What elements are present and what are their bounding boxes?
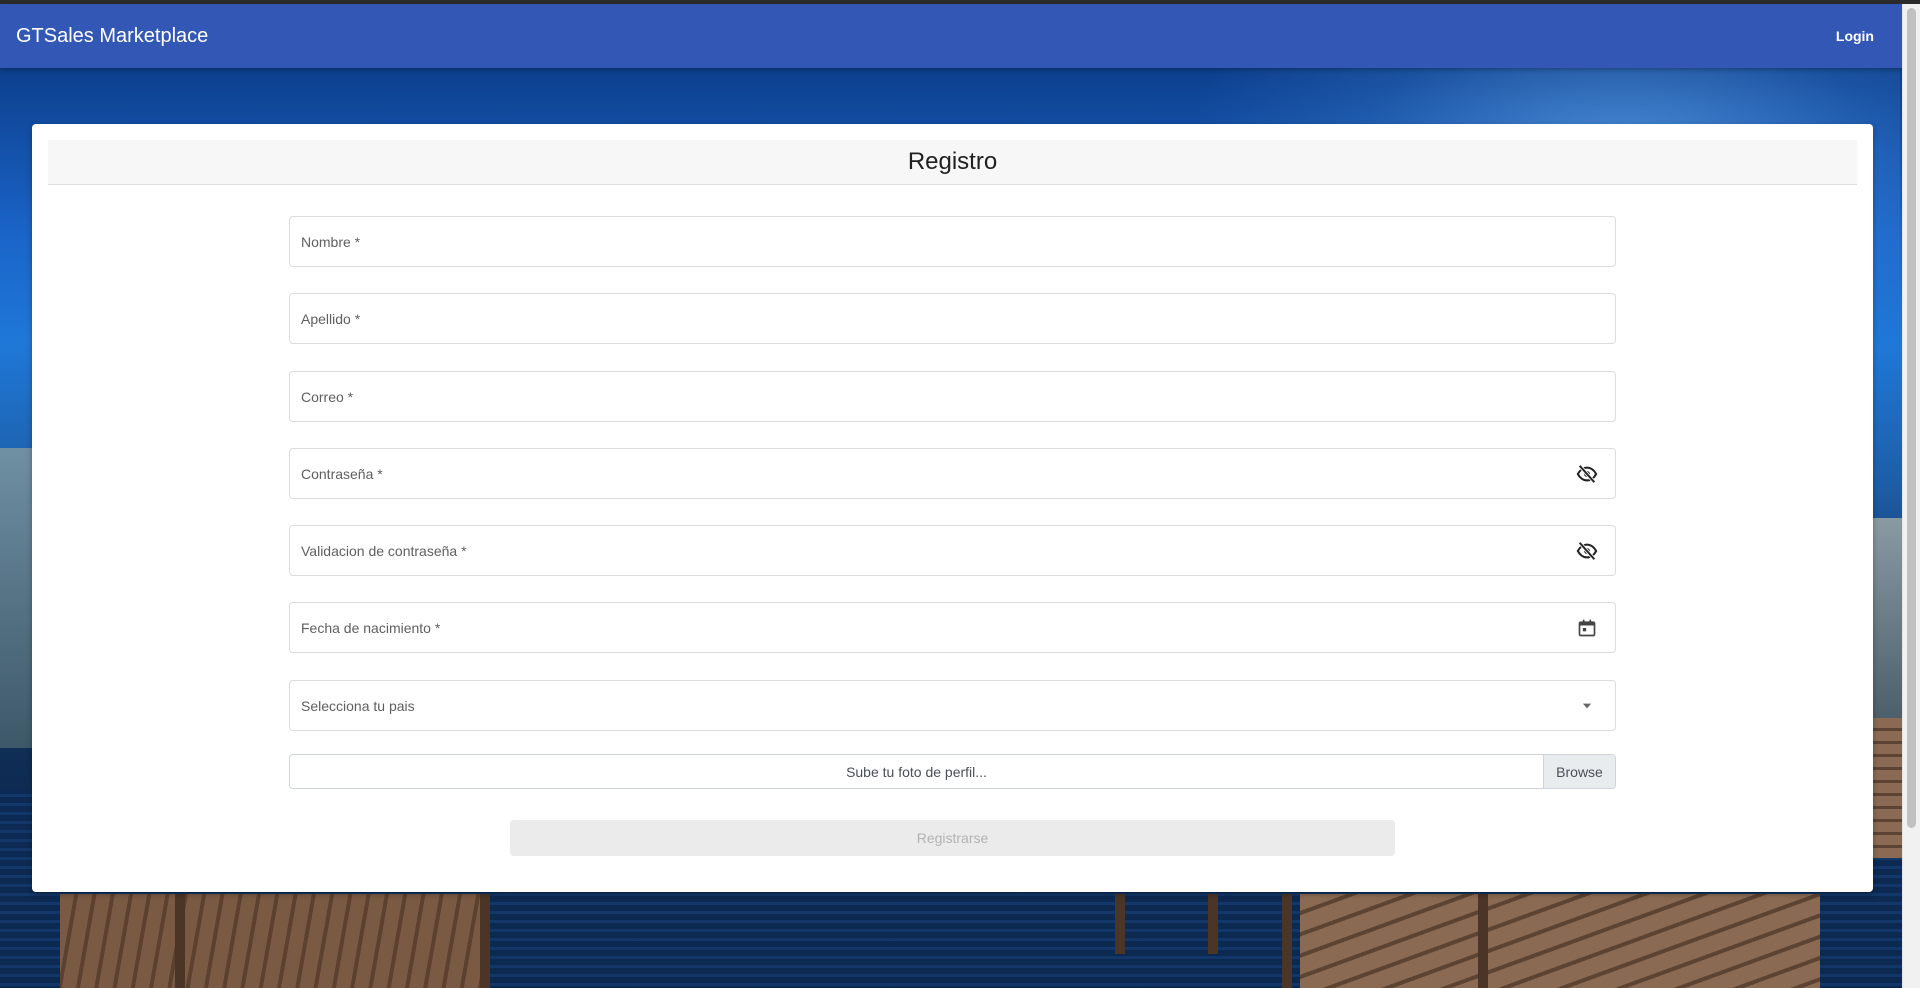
- page-scrollbar[interactable]: [1902, 4, 1920, 988]
- navbar: GTSales Marketplace Login: [0, 4, 1902, 68]
- page-title: Registro: [907, 148, 998, 175]
- dock-post: [1208, 894, 1218, 954]
- browse-button[interactable]: Browse: [1543, 755, 1615, 788]
- scrollbar-thumb[interactable]: [1907, 8, 1916, 828]
- dock-left: [60, 894, 490, 988]
- profile-photo-label[interactable]: Sube tu foto de perfil...: [290, 755, 1543, 788]
- dock-right: [1300, 894, 1820, 988]
- register-card: Registro Nombre * Apellido * Correo * Co…: [32, 124, 1873, 892]
- country-select-label: Selecciona tu pais: [301, 697, 415, 714]
- register-button[interactable]: Registrarse: [510, 820, 1395, 856]
- password-field[interactable]: Contraseña *: [289, 448, 1616, 499]
- correo-label: Correo *: [301, 388, 354, 405]
- dock-post: [1282, 894, 1292, 988]
- dock-side: [1872, 718, 1902, 858]
- correo-field[interactable]: Correo *: [289, 371, 1616, 422]
- apellido-label: Apellido *: [301, 310, 361, 327]
- login-link[interactable]: Login: [1836, 28, 1874, 44]
- dock-post: [480, 894, 490, 988]
- brand-title[interactable]: GTSales Marketplace: [16, 25, 208, 48]
- country-select[interactable]: Selecciona tu pais: [289, 680, 1616, 731]
- dock-post: [175, 894, 185, 988]
- card-header: Registro: [48, 140, 1857, 185]
- dock-post: [1115, 894, 1125, 954]
- dock-post: [1478, 894, 1488, 988]
- birthdate-field[interactable]: Fecha de nacimiento *: [289, 602, 1616, 653]
- birthdate-label: Fecha de nacimiento *: [301, 619, 441, 636]
- profile-photo-upload[interactable]: Sube tu foto de perfil... Browse: [289, 754, 1616, 789]
- eye-off-icon[interactable]: [1575, 462, 1599, 486]
- password-label: Contraseña *: [301, 465, 383, 482]
- nombre-field[interactable]: Nombre *: [289, 216, 1616, 267]
- apellido-field[interactable]: Apellido *: [289, 293, 1616, 344]
- password-confirm-label: Validacion de contraseña *: [301, 542, 467, 559]
- calendar-icon[interactable]: [1575, 616, 1599, 640]
- password-confirm-field[interactable]: Validacion de contraseña *: [289, 525, 1616, 576]
- dropdown-arrow-icon[interactable]: [1575, 694, 1599, 718]
- eye-off-icon[interactable]: [1575, 539, 1599, 563]
- nombre-label: Nombre *: [301, 233, 361, 250]
